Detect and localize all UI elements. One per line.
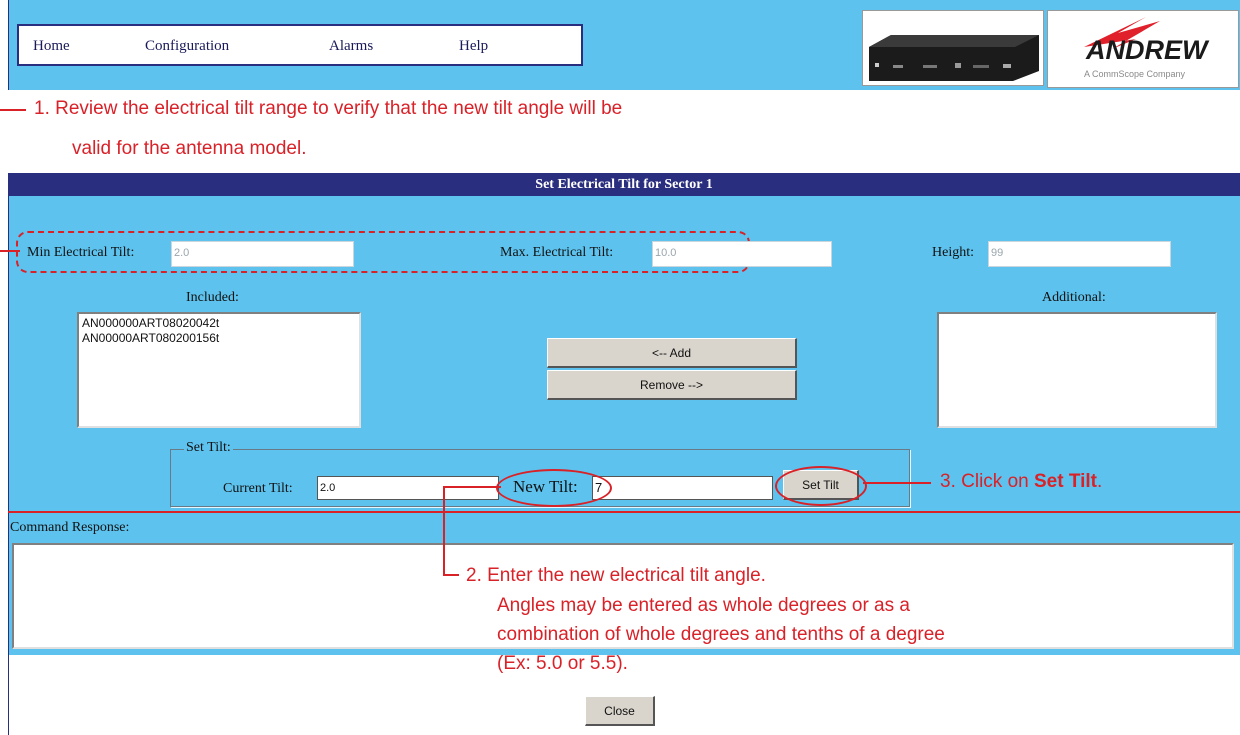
included-label: Included: (186, 290, 239, 305)
callout-line-3 (863, 482, 931, 484)
additional-list[interactable] (937, 312, 1217, 428)
nav-alarms[interactable]: Alarms (329, 38, 373, 55)
annotation-step-3-prefix: 3. Click on (940, 471, 1034, 492)
left-border (8, 655, 9, 735)
close-button[interactable]: Close (585, 696, 655, 726)
max-tilt-field[interactable]: 10.0 (652, 241, 832, 267)
annotation-step-3: 3. Click on Set Tilt. (940, 469, 1102, 494)
list-item[interactable]: AN000000ART08020042t (82, 316, 356, 331)
annotation-step-2-line-2: Angles may be entered as whole degrees o… (497, 595, 910, 616)
set-tilt-legend: Set Tilt: (184, 440, 233, 456)
andrew-logo: ANDREW A CommScope Company (1047, 10, 1239, 88)
height-label: Height: (932, 245, 974, 260)
included-list[interactable]: AN000000ART08020042t AN00000ART080200156… (77, 312, 361, 428)
equipment-rack-icon (869, 35, 1039, 81)
min-tilt-field[interactable]: 2.0 (171, 241, 354, 267)
brand-tagline: A CommScope Company (1084, 69, 1186, 79)
nav-home[interactable]: Home (33, 38, 70, 55)
callout-line-2-vertical (443, 486, 445, 576)
add-button[interactable]: <-- Add (547, 338, 797, 368)
annotation-step-2-line-1: 2. Enter the new electrical tilt angle. (466, 565, 766, 586)
height-field[interactable]: 99 (988, 241, 1171, 267)
annotation-step-3-bold: Set Tilt (1033, 471, 1097, 492)
annotation-step-3-suffix: . (1096, 471, 1103, 492)
new-tilt-field[interactable]: 7 (592, 476, 773, 500)
callout-line-2-horizontal (443, 486, 501, 488)
nav-configuration[interactable]: Configuration (145, 38, 229, 55)
annotation-step-1-line-1: 1. Review the electrical tilt range to v… (34, 98, 623, 119)
nav-help[interactable]: Help (459, 38, 488, 55)
product-image (862, 10, 1044, 86)
page-title: Set Electrical Tilt for Sector 1 (8, 173, 1240, 196)
additional-label: Additional: (1042, 290, 1106, 305)
annotation-step-1-line-2: valid for the antenna model. (72, 138, 307, 159)
callout-line-2-hook (443, 574, 459, 576)
current-tilt-field[interactable]: 2.0 (317, 476, 499, 500)
remove-button[interactable]: Remove --> (547, 370, 797, 400)
brand-name: ANDREW (1086, 35, 1208, 65)
callout-line-1 (0, 109, 26, 111)
max-tilt-label: Max. Electrical Tilt: (500, 245, 614, 260)
annotation-step-2-line-4: (Ex: 5.0 or 5.5). (497, 653, 628, 674)
min-tilt-label: Min Electrical Tilt: (27, 245, 135, 260)
set-tilt-highlight (775, 466, 867, 506)
current-tilt-label: Current Tilt: (223, 481, 293, 496)
new-tilt-highlight (496, 469, 612, 507)
nav-bar: Home Configuration Alarms Help (17, 24, 583, 66)
command-response-label: Command Response: (10, 520, 130, 535)
annotation-step-2-line-3: combination of whole degrees and tenths … (497, 624, 945, 645)
list-item[interactable]: AN00000ART080200156t (82, 331, 356, 346)
